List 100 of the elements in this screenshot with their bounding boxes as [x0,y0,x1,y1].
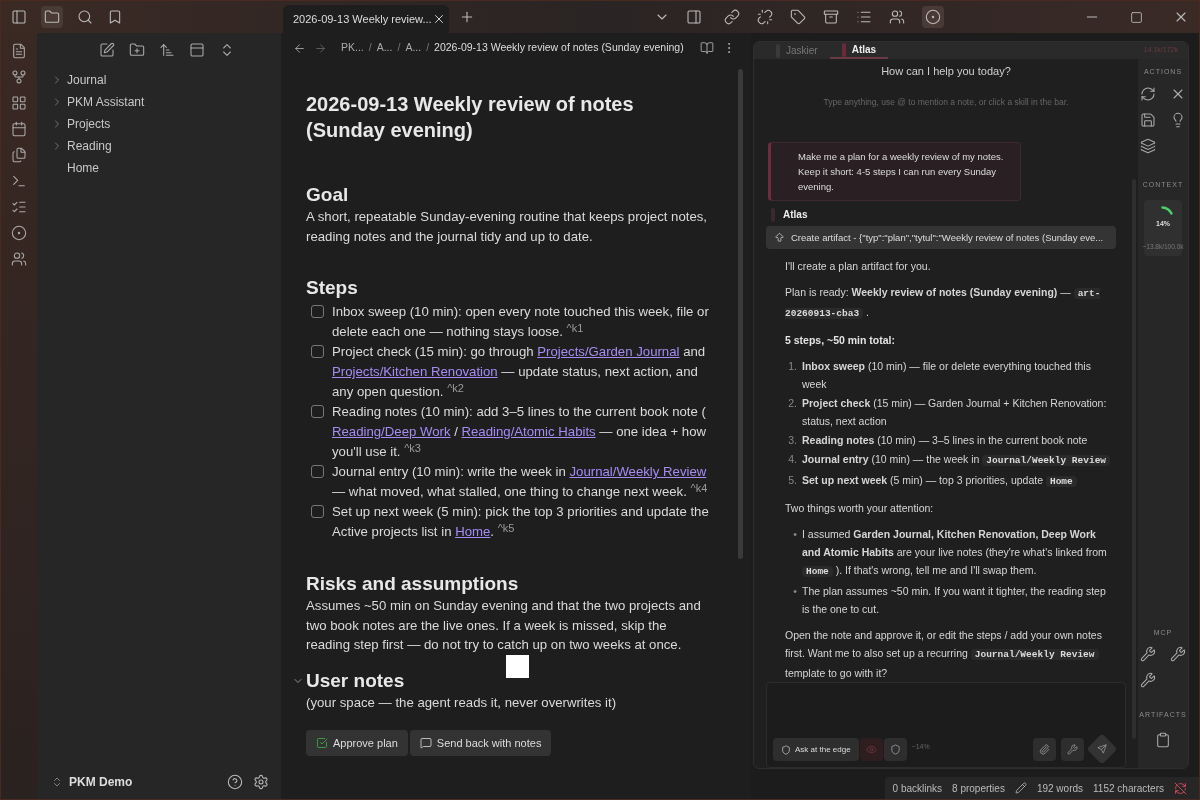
new-tab-icon[interactable] [459,9,475,25]
lightbulb-icon[interactable] [1170,111,1186,128]
file-tree-item[interactable]: PKM Assistant [37,91,281,113]
list-item: Project check (15 min) — Garden Journal + Kitchen Renovation: status, next action [802,396,1108,430]
word-count: 192 words [1036,781,1084,796]
file-tree-item[interactable]: Journal [37,69,281,91]
note-link[interactable]: Projects/Kitchen Renovation [332,364,498,379]
assistant-icon[interactable] [11,225,27,241]
people-icon[interactable] [11,251,27,267]
visibility-toggle[interactable] [859,738,883,762]
shield-button[interactable] [883,738,907,762]
sort-icon[interactable] [159,42,175,58]
tag-icon[interactable] [790,9,806,25]
checklist-icon[interactable] [11,199,27,215]
layers-icon[interactable] [1140,137,1156,154]
back-icon[interactable] [293,41,306,55]
speech-bubble-icon [419,737,432,749]
reading-view-icon[interactable] [699,41,714,55]
search-icon[interactable] [77,9,93,25]
people-icon[interactable] [889,9,905,25]
send-icon [1097,744,1107,755]
chat-paragraph: Open the note and approve it, or edit the steps / add your own notes first. Want me to also set up a recurring Journal/Weekly Review template to go with it? [785,628,1103,682]
wrench-icon[interactable] [1140,672,1156,689]
calendar-icon[interactable] [11,121,27,137]
shield-icon [889,744,901,756]
canvas-icon[interactable] [11,95,27,111]
attach-button[interactable] [1033,738,1056,762]
task-text: Journal entry (10 min): write the week in Journal/Weekly Review — what moved, what stalled, one thing to change next week. $^{^k4}$ [332,463,709,501]
clipboard-icon[interactable] [1155,732,1171,749]
breadcrumb-item[interactable]: A... [405,40,422,56]
folder-icon [44,9,60,25]
note-icon[interactable] [11,43,27,59]
vault-switch-icon[interactable] [51,776,63,788]
list-item: Reading notes (10 min) — 3–5 lines in the current book note [802,433,1088,449]
assistant-icon [925,9,941,25]
breadcrumb-separator: / [426,40,430,56]
chat-paragraph: I'll create a plan artifact for you. [785,259,932,275]
backlinks-count[interactable]: 0 backlinks [892,780,943,796]
task-checkbox[interactable] [311,465,324,478]
note-link[interactable]: Reading/Deep Work [332,424,451,439]
forward-icon[interactable] [314,41,327,55]
note-link[interactable]: Journal/Weekly Review [569,464,707,479]
files-button[interactable] [41,6,63,28]
approve-button[interactable]: Approve plan [306,730,408,756]
bookmark-icon[interactable] [107,9,123,25]
breadcrumb-item[interactable]: 2026-09-13 Weekly review of notes (Sunday evening) [434,40,684,56]
list-number: 5. [787,473,797,489]
settings-icon[interactable] [253,774,269,790]
pencil-icon[interactable] [1014,782,1027,794]
properties-count[interactable]: 8 properties [952,780,1005,796]
sidebar-toggle-icon[interactable] [11,9,27,25]
chat-paragraph: Two things worth your attention: [785,501,935,517]
terminal-icon[interactable] [11,173,27,189]
check-icon [316,737,328,749]
list-bullet: • [792,584,797,600]
new-folder-icon[interactable] [129,42,145,58]
note-link[interactable]: Reading/Atomic Habits [461,424,596,439]
ask-at-edge-button[interactable]: Ask at the edge [773,738,859,762]
maximize-icon[interactable] [1130,10,1143,24]
new-note-icon[interactable] [99,42,115,58]
breadcrumb-separator: / [368,40,372,56]
tool-call-bar[interactable]: Create artifact - {"typ":"plan","tytul":"Weekly review of notes (Sunday eve... [766,226,1116,250]
assistant-name: Atlas [783,208,808,223]
agent-tab[interactable]: Atlas [829,42,889,59]
task-checkbox[interactable] [311,405,324,418]
unlink-icon[interactable] [757,9,773,25]
graph-icon[interactable] [11,69,27,85]
help-icon[interactable] [227,774,243,790]
vault-name[interactable]: PKM Demo [69,773,133,791]
task-checkbox[interactable] [311,345,324,358]
sync-off-icon[interactable] [1174,781,1187,795]
tools-button[interactable] [1061,738,1084,762]
note-tab[interactable]: 2026-09-13 Weekly review... [283,5,449,33]
breadcrumb-item[interactable]: PK... [341,40,364,56]
file-tree-item[interactable]: Home [37,157,281,179]
view-icon[interactable] [189,42,205,58]
section-heading: User notes [306,668,405,693]
scrollbar[interactable] [738,69,743,559]
file-tree-item[interactable]: Projects [37,113,281,135]
context-gauge [1161,205,1173,215]
link-icon[interactable] [724,9,740,25]
list-item: I assumed Garden Journal, Kitchen Renovation, Deep Work and Atomic Habits are your live notes (they're what's linked from Home ). If that's wrong, tell me and I'll swap them. [802,527,1108,580]
wrench-icon[interactable] [1170,646,1186,663]
copy-icon[interactable] [11,147,27,163]
character-count: 1152 characters [1093,781,1164,796]
note-link[interactable]: Projects/Garden Journal [537,344,680,359]
right-sidebar-toggle-icon[interactable] [686,9,702,25]
refresh-icon[interactable] [1140,85,1156,102]
task-checkbox[interactable] [311,505,324,518]
task-checkbox[interactable] [311,305,324,318]
assistant-button[interactable] [922,6,944,28]
breadcrumb-item[interactable]: A... [376,40,393,56]
send-back-button[interactable]: Send back with notes [409,730,552,756]
wrench-icon[interactable] [1140,646,1156,663]
archive-icon[interactable] [823,9,839,25]
outline-icon[interactable] [856,9,872,25]
file-tree-item[interactable]: Reading [37,135,281,157]
chat-paragraph: Plan is ready: Weekly review of notes (Sunday evening) — art-20260913-cba3 . [785,285,1102,322]
save-icon[interactable] [1140,111,1156,128]
list-item: Inbox sweep (10 min) — file or delete everything touched this week [802,359,1092,393]
